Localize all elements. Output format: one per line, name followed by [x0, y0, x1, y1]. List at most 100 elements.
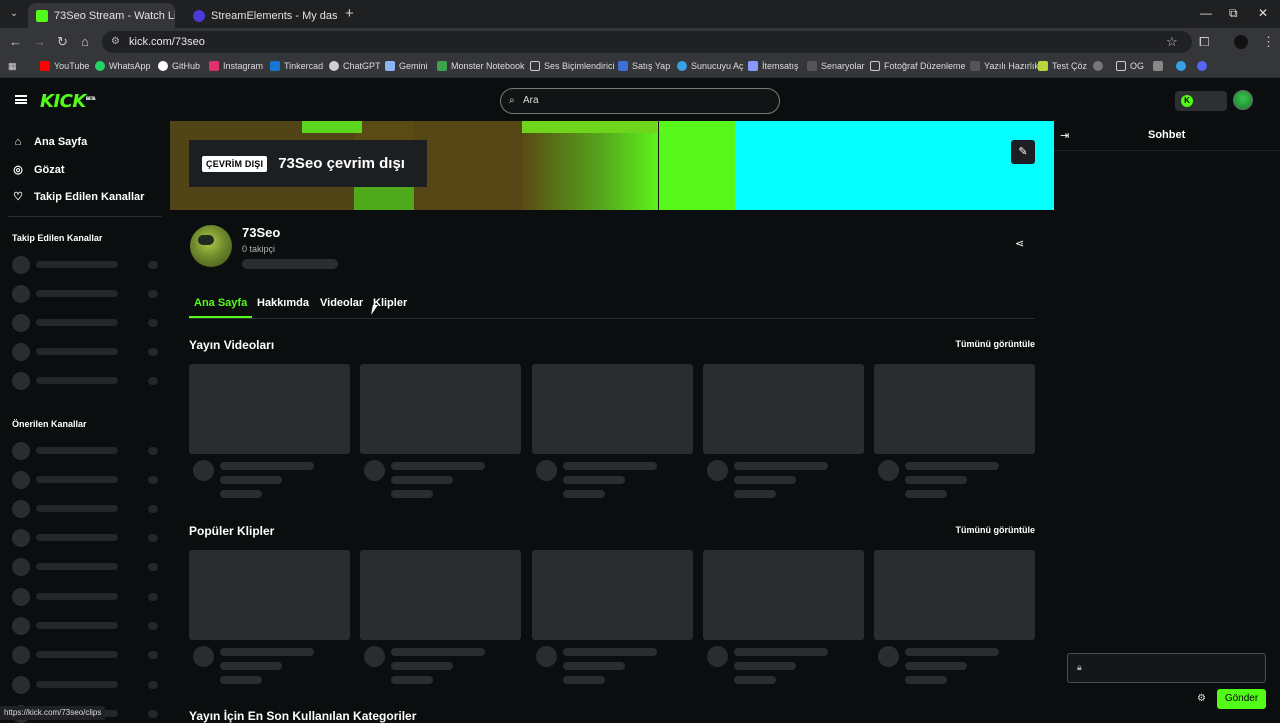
bookmark-icon-3[interactable] — [1197, 61, 1207, 71]
clip-card-skeleton[interactable] — [532, 550, 693, 684]
site-info-icon[interactable]: ⚙ — [111, 31, 120, 53]
url-text: kick.com/73seo — [129, 36, 205, 48]
extension-toggle-button[interactable]: K — [1175, 91, 1227, 111]
video-card-skeleton[interactable] — [360, 364, 521, 498]
maximize-icon[interactable]: ⧉ — [1229, 6, 1238, 21]
forward-arrow-icon[interactable]: → — [33, 34, 46, 49]
bookmark-star-icon[interactable]: ☆ — [1166, 34, 1178, 50]
clips-view-all-link[interactable]: Tümünü görüntüle — [956, 525, 1035, 535]
channel-tabs: Ana Sayfa Hakkımda Videolar Klipler — [189, 296, 1035, 319]
send-button[interactable]: Gönder — [1217, 689, 1266, 709]
chat-message-input[interactable]: 🔒︎ — [1067, 653, 1266, 683]
new-tab-plus-icon[interactable]: + — [345, 5, 354, 22]
video-card-skeleton[interactable] — [703, 364, 864, 498]
bookmark-icon — [1176, 61, 1186, 71]
bookmark-extra[interactable] — [1093, 61, 1103, 71]
tab-about[interactable]: Hakkımda — [252, 296, 314, 318]
menu-kebab-icon[interactable]: ⋮ — [1262, 34, 1275, 50]
reload-icon[interactable]: ↻ — [57, 34, 68, 50]
bookmark-icon-1[interactable] — [1153, 61, 1163, 71]
kick-k-icon: K — [1181, 95, 1193, 107]
bookmark-icon-2[interactable] — [1176, 61, 1186, 71]
bookmark-label: YouTube — [54, 61, 90, 71]
clip-card-skeleton[interactable] — [874, 550, 1035, 684]
profile-icon[interactable] — [1234, 35, 1248, 49]
bookmark-label: GitHub — [172, 61, 201, 71]
minimize-icon[interactable]: — — [1200, 6, 1212, 20]
bookmark-youtube[interactable]: YouTube — [40, 61, 89, 71]
bookmark-github[interactable]: GitHub — [158, 61, 200, 71]
back-arrow-icon[interactable]: ← — [9, 34, 22, 49]
bookmark-itemsatis[interactable]: İtemsatış — [748, 61, 799, 71]
offline-title: 73Seo çevrim dışı — [278, 155, 405, 172]
bookmark-monster[interactable]: Monster Notebook — [437, 61, 525, 71]
bookmark-label: Monster Notebook — [451, 61, 525, 71]
bookmark-whatsapp[interactable]: WhatsApp — [95, 61, 151, 71]
sidebar-item-following[interactable]: ♡ Takip Edilen Kanallar — [12, 190, 144, 204]
video-card-skeleton[interactable] — [189, 364, 350, 498]
share-icon[interactable]: ⋖ — [1015, 237, 1024, 250]
extensions-icon[interactable]: ⧠ — [1199, 34, 1209, 50]
bookmark-tinkercad[interactable]: Tinkercad — [270, 61, 323, 71]
tab-search-chevron-icon[interactable]: ⌄ — [6, 6, 22, 22]
kick-logo[interactable]: KICKBETA — [40, 91, 96, 112]
recommended-channels-heading: Önerilen Kanallar — [12, 419, 87, 429]
sidebar-item-browse[interactable]: ◎ Gözat — [12, 163, 65, 177]
clip-card-skeleton[interactable] — [703, 550, 864, 684]
video-card-skeleton[interactable] — [874, 364, 1035, 498]
sidebar-item-home[interactable]: ⌂ Ana Sayfa — [12, 136, 88, 148]
browser-tab-strip: ⌄ 73Seo Stream - Watch Live on Kick ✕ St… — [0, 0, 1280, 28]
bookmark-satis[interactable]: Satış Yap — [618, 61, 670, 71]
clips-section-title: Popüler Klipler — [189, 524, 275, 538]
edit-banner-button[interactable]: ✎ — [1011, 140, 1035, 164]
bookmark-test[interactable]: Test Çöz — [1038, 61, 1087, 71]
channel-skeleton — [12, 646, 162, 664]
channel-skeleton — [12, 529, 162, 547]
hamburger-menu-icon[interactable] — [15, 95, 27, 104]
bookmark-ses[interactable]: Ses Biçimlendirici — [530, 61, 615, 71]
tab-home[interactable]: Ana Sayfa — [189, 296, 253, 318]
bookmark-label: Senaryolar — [821, 61, 865, 71]
clip-card-skeleton[interactable] — [189, 550, 350, 684]
tab-title: 73Seo Stream - Watch Live on Kick — [54, 9, 175, 22]
clip-card-skeleton[interactable] — [360, 550, 521, 684]
bookmark-sunucu[interactable]: Sunucuyu Aç — [677, 61, 744, 71]
channel-avatar[interactable] — [190, 225, 232, 267]
bookmark-label: Sunucuyu Aç — [691, 61, 744, 71]
address-bar[interactable]: ⚙ kick.com/73seo — [102, 31, 1192, 53]
senaryo-icon — [807, 61, 817, 71]
tinkercad-icon — [270, 61, 280, 71]
chat-panel: ⇥ Sohbet 🔒︎ ⚙ Gönder — [1054, 121, 1280, 720]
window-close-icon[interactable]: ✕ — [1258, 6, 1268, 20]
follower-count: 0 takipçi — [242, 244, 276, 254]
bookmark-yazili[interactable]: Yazılı Hazırlık — [970, 61, 1039, 71]
apps-grid-icon[interactable]: ▦ — [8, 61, 17, 72]
bookmarks-bar: ▦ YouTube WhatsApp GitHub Instagram Tink… — [0, 56, 1280, 78]
chatgpt-icon — [329, 61, 339, 71]
tab-videos[interactable]: Videolar — [315, 296, 368, 318]
collapse-chat-icon[interactable]: ⇥ — [1060, 129, 1069, 142]
pencil-icon: ✎ — [1018, 146, 1028, 158]
bookmark-og[interactable]: OG — [1116, 61, 1144, 71]
browser-tab-kick[interactable]: 73Seo Stream - Watch Live on Kick ✕ — [28, 3, 175, 28]
videos-view-all-link[interactable]: Tümünü görüntüle — [956, 339, 1035, 349]
video-card-skeleton[interactable] — [532, 364, 693, 498]
bookmark-gemini[interactable]: Gemini — [385, 61, 428, 71]
user-avatar[interactable] — [1233, 90, 1253, 110]
gear-icon[interactable]: ⚙ — [1197, 693, 1206, 704]
sidebar-item-label: Gözat — [34, 163, 65, 176]
profile-skeleton — [242, 259, 338, 269]
bookmark-label: ChatGPT — [343, 61, 381, 71]
browser-tab-streamelements[interactable]: StreamElements - My dashboard ✕ — [185, 3, 337, 28]
bookmark-senaryolar[interactable]: Senaryolar — [807, 61, 865, 71]
search-input[interactable]: ⌕ Ara — [500, 88, 780, 114]
folder-icon — [1116, 61, 1126, 71]
bookmark-instagram[interactable]: Instagram — [209, 61, 263, 71]
youtube-icon — [40, 61, 50, 71]
home-icon[interactable]: ⌂ — [81, 34, 89, 49]
bookmark-chatgpt[interactable]: ChatGPT — [329, 61, 381, 71]
browser-toolbar: ← → ↻ ⌂ ⚙ kick.com/73seo ☆ ⧠ ⋮ — [0, 28, 1280, 56]
lock-icon: 🔒︎ — [1077, 662, 1082, 672]
whatsapp-icon — [95, 61, 105, 71]
bookmark-fotograf[interactable]: Fotoğraf Düzenleme — [870, 61, 966, 71]
